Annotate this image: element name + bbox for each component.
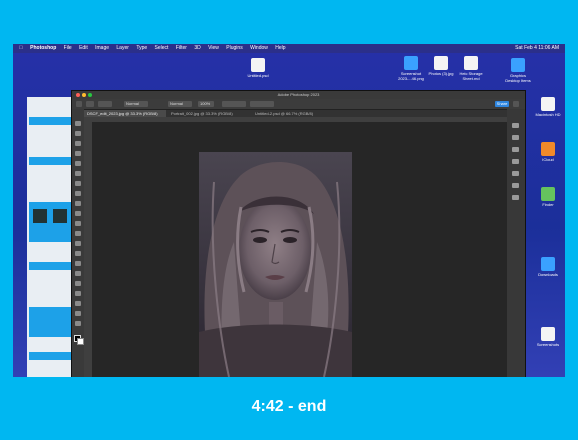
eraser-tool-icon[interactable] [75,231,81,236]
menu-file[interactable]: File [64,45,72,51]
document-tabs: DSCF_edit_2023.jpg @ 33.3% (RGB/8) Portr… [84,110,514,117]
menu-image[interactable]: Image [95,45,109,51]
folder-icon [511,58,525,72]
desktop-icon-downloads[interactable]: Downloads [533,257,563,277]
blur-tool-icon[interactable] [75,251,81,256]
document-tab[interactable]: Portrait_002.jpg @ 33.3% (RGB/8) [168,110,250,117]
zoom-tool-icon[interactable] [75,321,81,326]
close-window-icon[interactable] [76,93,80,97]
drive-icon [541,97,555,111]
photoshop-window-title: Adobe Photoshop 2023 [277,92,320,97]
menu-plugins[interactable]: Plugins [226,45,242,51]
downloads-folder-icon [541,257,555,271]
eyedropper-tool-icon[interactable] [75,181,81,186]
photoshop-titlebar[interactable]: Adobe Photoshop 2023 [72,91,525,99]
video-timestamp-caption: 4:42 - end [251,398,327,415]
menu-help[interactable]: Help [275,45,285,51]
panel-icon-bar [507,109,525,377]
channels-panel-icon[interactable] [512,183,519,188]
document-icon [464,56,478,70]
history-brush-tool-icon[interactable] [75,221,81,226]
minimize-window-icon[interactable] [82,93,86,97]
desktop-icon-icloud[interactable]: ICloud [533,142,563,162]
menu-filter[interactable]: Filter [176,45,187,51]
clone-stamp-tool-icon[interactable] [75,211,81,216]
menu-type[interactable]: Type [136,45,147,51]
tools-panel [72,109,84,377]
home-icon[interactable] [76,101,82,107]
menu-edit[interactable]: Edit [79,45,88,51]
hand-tool-icon[interactable] [75,311,81,316]
quick-select-tool-icon[interactable] [75,151,81,156]
document-tab[interactable]: Untitled-2.psd @ 66.7% (RGB/8) [252,110,334,117]
frame-tool-icon[interactable] [75,171,81,176]
options-bar: Normal Normal 100% Share [72,99,525,110]
menu-window[interactable]: Window [250,45,268,51]
desktop-right-icons: Macintosh HD ICloud Finder Downloads Scr… [533,97,565,377]
desktop-icon-macintosh-hd[interactable]: Macintosh HD [533,97,563,117]
healing-brush-tool-icon[interactable] [75,191,81,196]
zoom-window-icon[interactable] [88,93,92,97]
brush-size-icon[interactable] [98,101,112,107]
top-band [0,0,578,44]
desktop-icon-untitled[interactable]: Untitled.psd [243,58,273,78]
menubar-clock[interactable]: Sat Feb 4 11:06 AM [515,44,559,53]
cloud-icon [541,142,555,156]
desktop-icon-finder[interactable]: Finder [533,187,563,207]
mac-menubar:  Photoshop File Edit Image Layer Type S… [13,44,565,53]
type-tool-icon[interactable] [75,281,81,286]
vertical-ruler [84,117,92,377]
desktop-icon-photos[interactable]: Photos (3).jpg [426,56,456,76]
pen-tool-icon[interactable] [75,271,81,276]
desktop-icon-heic[interactable]: Heic Storage Sheet.md [456,56,486,81]
libraries-panel-icon[interactable] [512,135,519,140]
character-panel-icon[interactable] [512,195,519,200]
select-subject-button[interactable] [222,101,246,107]
portrait-photo[interactable] [199,152,352,377]
screenshots-folder-icon [541,327,555,341]
file-icon [251,58,265,72]
document-tab[interactable]: DSCF_edit_2023.jpg @ 33.3% (RGB/8) [84,110,166,117]
finder-icon [541,187,555,201]
mode-select[interactable]: Normal [124,101,148,107]
desktop-icon-screenshots[interactable]: Screenshots [533,327,563,347]
lasso-tool-icon[interactable] [75,141,81,146]
opacity-field[interactable]: 100% [198,101,214,107]
rectangle-tool-icon[interactable] [75,301,81,306]
style-select[interactable]: Normal [168,101,192,107]
marquee-tool-icon[interactable] [75,131,81,136]
desktop-icon-graphics[interactable]: Graphics Desktop Items [503,58,533,83]
search-icon[interactable] [513,101,519,107]
menu-layer[interactable]: Layer [116,45,129,51]
screenshot-icon [404,56,418,70]
desktop-icon-screenshot[interactable]: Screenshot 2023-...46.png [396,56,426,81]
layers-panel-icon[interactable] [512,171,519,176]
dodge-tool-icon[interactable] [75,261,81,266]
move-tool-icon[interactable] [75,121,81,126]
menu-app-name[interactable]: Photoshop [30,45,56,51]
path-selection-tool-icon[interactable] [75,291,81,296]
apple-icon[interactable]:  [19,45,23,51]
share-button[interactable]: Share [495,101,509,107]
crop-tool-icon[interactable] [75,161,81,166]
screen-recording:  Photoshop File Edit Image Layer Type S… [13,44,565,377]
history-panel-icon[interactable] [512,123,519,128]
select-and-mask-button[interactable] [250,101,274,107]
background-color-swatch[interactable] [77,338,84,345]
menu-3d[interactable]: 3D [194,45,200,51]
properties-panel-icon[interactable] [512,147,519,152]
menu-select[interactable]: Select [155,45,169,51]
photo-file-icon [434,56,448,70]
gradient-tool-icon[interactable] [75,241,81,246]
menu-view[interactable]: View [208,45,219,51]
tool-preset-icon[interactable] [86,101,94,107]
brush-tool-icon[interactable] [75,201,81,206]
adjustments-panel-icon[interactable] [512,159,519,164]
